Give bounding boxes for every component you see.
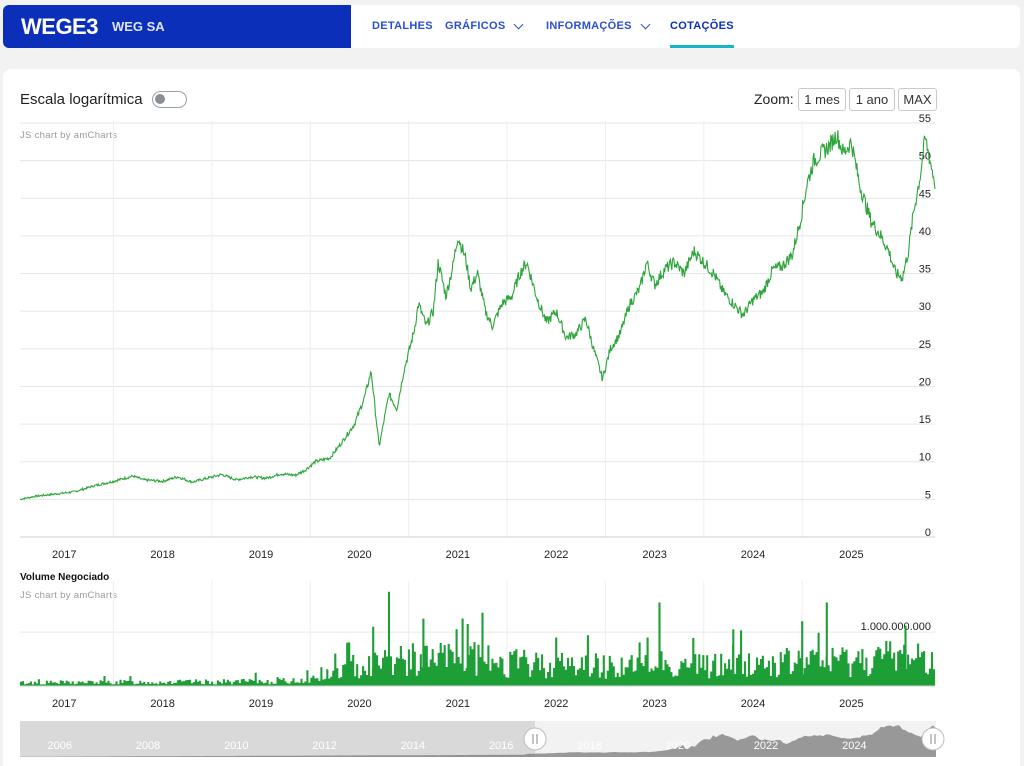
y-tick-label: 5 xyxy=(925,489,931,501)
volume-bars xyxy=(19,591,936,686)
navigator-year-label: 2010 xyxy=(224,740,248,752)
y-tick-label: 40 xyxy=(919,226,931,238)
navigator-year-label: 2022 xyxy=(754,740,778,752)
y-tick-label: 20 xyxy=(919,376,931,388)
ticker-symbol: WEGE3 xyxy=(21,13,98,39)
chart-card: Escala logarítmica Zoom: 1 mes 1 ano MAX… xyxy=(3,69,1020,766)
y-tick-label: 15 xyxy=(919,414,931,426)
x-tick-label: 2020 xyxy=(347,549,371,561)
nav-detalhes-label: DETALHES xyxy=(372,20,433,32)
company-name: WEG SA xyxy=(111,19,165,34)
handle-knob xyxy=(921,727,945,751)
nav-bar: DETALHES GRÁFICOS INFORMAÇÕES COTAÇÕES xyxy=(351,5,1020,48)
navigator-year-label: 2016 xyxy=(489,740,513,752)
navigator-year-label: 2012 xyxy=(312,740,336,752)
navigator-right-handle[interactable] xyxy=(921,727,945,751)
x-tick-label: 2019 xyxy=(249,549,273,561)
nav-graficos-label: GRÁFICOS xyxy=(445,20,506,32)
nav-cotacoes[interactable]: COTAÇÕES xyxy=(670,5,734,48)
navigator-year-label: 2006 xyxy=(47,740,71,752)
volume-x-tick-label: 2021 xyxy=(446,698,470,710)
nav-informacoes-label: INFORMAÇÕES xyxy=(546,20,632,32)
y-tick-label: 25 xyxy=(919,339,931,351)
navigator-year-label: 2018 xyxy=(577,740,601,752)
chevron-down-icon xyxy=(640,19,651,30)
top-bar: WEGE3 WEG SA DETALHES GRÁFICOS INFORMAÇÕ… xyxy=(0,0,1024,52)
volume-x-tick-label: 2025 xyxy=(839,698,863,710)
x-tick-label: 2022 xyxy=(544,549,568,561)
volume-chart[interactable]: 01.000.000.0002017 2018 2019 2020 2021 2022 20… xyxy=(3,569,1020,719)
x-tick-label: 2017 xyxy=(52,549,76,561)
x-tick-label: 2023 xyxy=(642,549,666,561)
nav-detalhes[interactable]: DETALHES xyxy=(372,5,433,48)
navigator-year-label: 2024 xyxy=(842,740,866,752)
y-tick-label: 55 xyxy=(919,113,931,125)
navigator-year-label: 2008 xyxy=(136,740,160,752)
y-tick-label: 35 xyxy=(919,264,931,276)
x-tick-label: 2021 xyxy=(446,549,470,561)
volume-x-tick-label: 2019 xyxy=(249,698,273,710)
volume-x-tick-label: 2023 xyxy=(642,698,666,710)
nav-graficos[interactable]: GRÁFICOS xyxy=(445,5,524,48)
handle-knob xyxy=(523,727,547,751)
x-tick-label: 2018 xyxy=(150,549,174,561)
volume-x-tick-label: 2020 xyxy=(347,698,371,710)
x-tick-label: 2025 xyxy=(839,549,863,561)
chevron-down-icon xyxy=(514,19,524,30)
navigator-year-label: 2020 xyxy=(666,740,690,752)
volume-x-tick-label: 2017 xyxy=(52,698,76,710)
volume-x-tick-label: 2022 xyxy=(544,698,568,710)
volume-x-tick-label: 2018 xyxy=(150,698,174,710)
y-tick-label: 30 xyxy=(919,301,931,313)
y-tick-label: 10 xyxy=(919,452,931,464)
price-chart[interactable]: 05101520253035404550552017 2018 2019 2020 20… xyxy=(3,69,1020,569)
x-tick-label: 2024 xyxy=(741,549,765,561)
navigator-year-label: 2014 xyxy=(401,740,425,752)
volume-x-tick-label: 2024 xyxy=(741,698,765,710)
scrollbar-navigator[interactable]: 2006 2008 2010 2012 2014 2016 2018 2020 2022 2024 xyxy=(3,719,1020,766)
nav-cotacoes-label: COTAÇÕES xyxy=(670,20,734,32)
nav-informacoes[interactable]: INFORMAÇÕES xyxy=(546,5,651,48)
navigator-left-handle[interactable] xyxy=(523,727,547,751)
price-series-line xyxy=(19,130,936,501)
brand-block[interactable]: WEGE3 WEG SA xyxy=(3,5,351,48)
volume-y-tick-label: 1.000.000.000 xyxy=(861,621,931,633)
y-tick-label: 45 xyxy=(919,188,931,200)
